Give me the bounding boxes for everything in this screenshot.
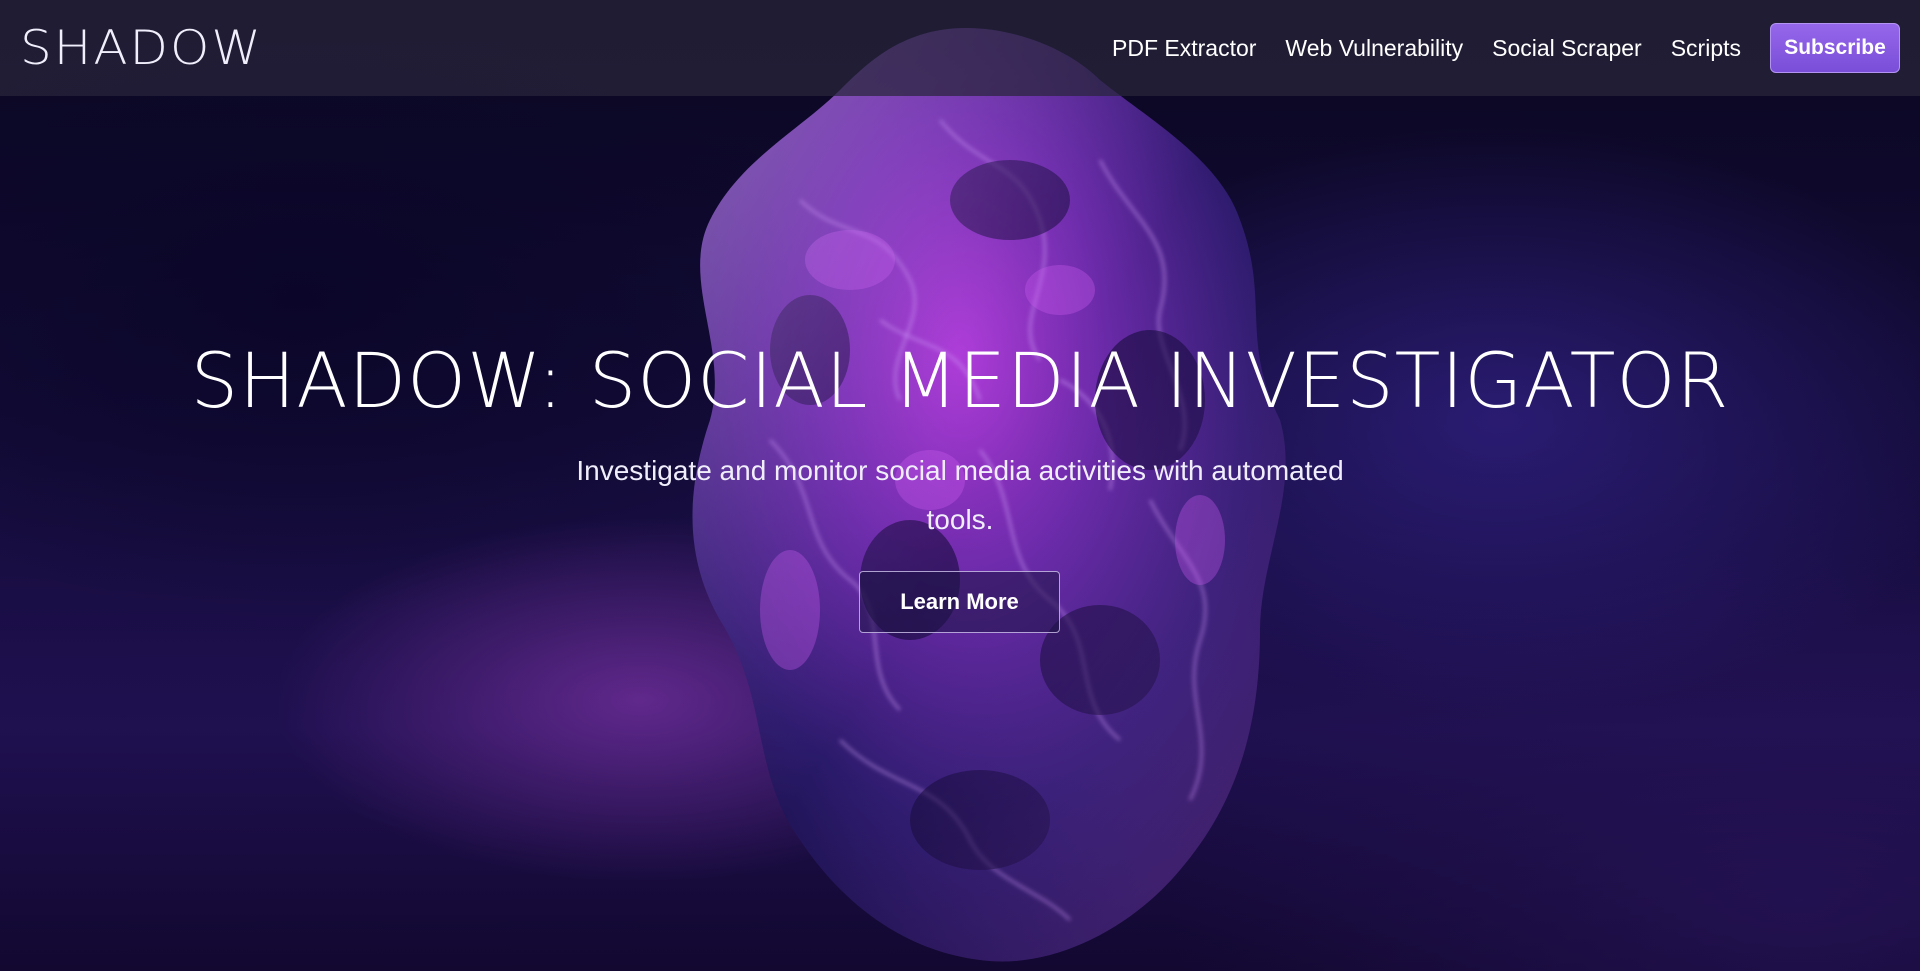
top-navbar: SHADOW PDF Extractor Web Vulnerability S… [0,0,1920,96]
nav-link-social-scraper[interactable]: Social Scraper [1492,35,1642,62]
nav-link-pdf-extractor[interactable]: PDF Extractor [1112,35,1256,62]
nav-links: PDF Extractor Web Vulnerability Social S… [1112,23,1900,73]
learn-more-button[interactable]: Learn More [859,571,1060,633]
landing-page: SHADOW PDF Extractor Web Vulnerability S… [0,0,1920,971]
site-logo[interactable]: SHADOW [20,20,263,75]
nav-link-web-vulnerability[interactable]: Web Vulnerability [1285,35,1463,62]
hero-subtitle: Investigate and monitor social media act… [576,455,1344,535]
subscribe-button[interactable]: Subscribe [1770,23,1900,73]
nav-link-scripts[interactable]: Scripts [1671,35,1741,62]
hero-title: SHADOW: SOCIAL MEDIA INVESTIGATOR [190,336,1730,425]
